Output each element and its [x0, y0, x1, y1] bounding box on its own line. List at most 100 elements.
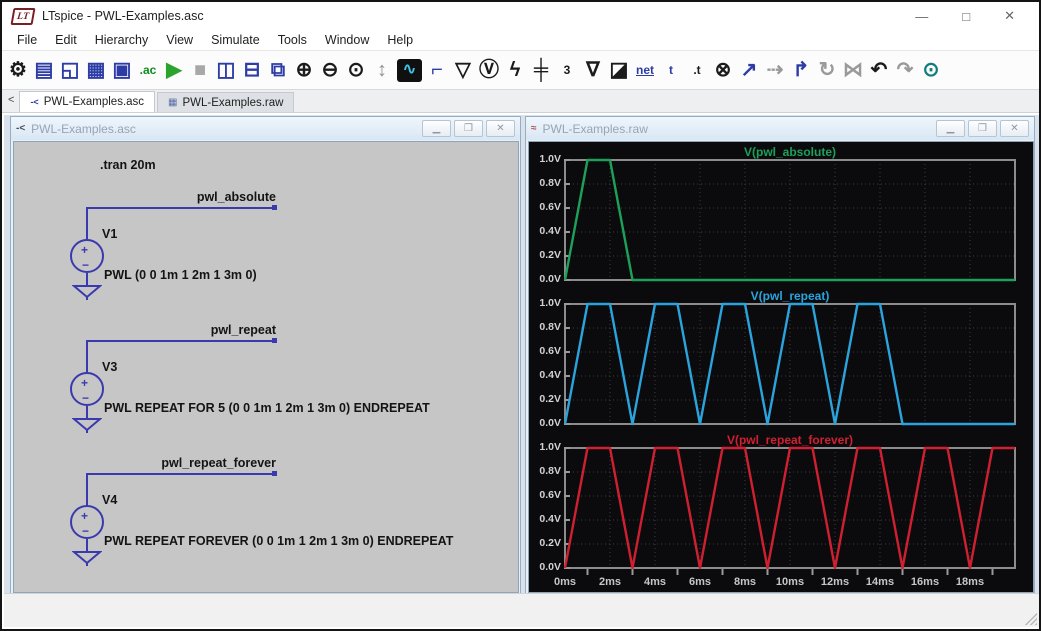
wire-horizontal[interactable] [86, 473, 276, 475]
plot-grid[interactable] [564, 446, 1016, 580]
waveform-close-button[interactable]: ✕ [1000, 120, 1029, 137]
label-net-icon[interactable]: Ⓥ [476, 54, 502, 86]
source-value-text[interactable]: PWL REPEAT FOREVER (0 0 1m 1 2m 1 3m 0) … [104, 534, 453, 548]
menu-tools[interactable]: Tools [269, 32, 316, 48]
diode-icon[interactable]: ∇ [580, 54, 606, 86]
source-value-text[interactable]: PWL (0 0 1m 1 2m 1 3m 0) [104, 268, 257, 282]
resize-grip[interactable] [1025, 613, 1037, 625]
mirror-icon[interactable]: ⋈ [840, 54, 866, 86]
minimize-button[interactable]: — [915, 9, 928, 24]
tab-waveform[interactable]: ▦ PWL-Examples.raw [157, 92, 294, 112]
move-icon[interactable]: ↗ [736, 54, 762, 86]
zoom-out-icon[interactable]: ⊖ [317, 54, 343, 86]
trace-title[interactable]: V(pwl_absolute) [564, 145, 1016, 159]
designator-label[interactable]: V4 [102, 493, 117, 507]
trace-title[interactable]: V(pwl_repeat) [564, 289, 1016, 303]
menu-simulate[interactable]: Simulate [202, 32, 269, 48]
new-schematic-icon[interactable]: ▤ [31, 54, 57, 86]
trace-title[interactable]: V(pwl_repeat_forever) [564, 433, 1016, 447]
main-title-bar[interactable]: LT LTspice - PWL-Examples.asc — □ ✕ [2, 2, 1039, 30]
ground-icon[interactable]: ▽ [450, 54, 476, 86]
schematic-window-title-bar[interactable]: -< PWL-Examples.asc ▁ ❒ ✕ [11, 117, 520, 140]
waveform-minimize-button[interactable]: ▁ [936, 120, 965, 137]
net-label[interactable]: pwl_repeat [86, 323, 276, 337]
minus-sign: − [82, 259, 89, 271]
menu-view[interactable]: View [157, 32, 202, 48]
wire-vertical[interactable] [86, 340, 88, 374]
x-axis-tick-label: 18ms [956, 576, 984, 588]
find-icon[interactable]: ⊙ [918, 54, 944, 86]
inductor-icon[interactable]: 3 [554, 54, 580, 86]
plot-grid[interactable] [564, 302, 1016, 428]
plot-grid[interactable] [564, 158, 1016, 284]
ground-symbol[interactable] [72, 284, 102, 301]
tile-vertical-icon[interactable]: ◫ [213, 54, 239, 86]
zoom-in-icon[interactable]: ⊕ [291, 54, 317, 86]
zoom-full-extents-icon[interactable]: ⊙ [343, 54, 369, 86]
spice-directive-text[interactable]: .tran 20m [100, 158, 156, 172]
menu-hierarchy[interactable]: Hierarchy [86, 32, 158, 48]
schematic-restore-button[interactable]: ❒ [454, 120, 483, 137]
status-bar [4, 593, 1039, 627]
waveform-window-title-bar[interactable]: ≈ PWL-Examples.raw ▁ ❒ ✕ [526, 117, 1034, 140]
y-axis-tick-label: 0.6V [529, 489, 561, 501]
run-icon[interactable]: ▶ [161, 54, 187, 86]
component-icon[interactable]: ◪ [606, 54, 632, 86]
close-button[interactable]: ✕ [1004, 8, 1015, 24]
control-panel-icon[interactable]: ⚙ [5, 54, 31, 86]
stretch-wire-icon[interactable]: ↱ [788, 54, 814, 86]
cascade-icon[interactable]: ⧉ [265, 54, 291, 86]
y-axis-tick-label: 0.6V [529, 345, 561, 357]
waveform-pane-1[interactable]: V(pwl_absolute)1.0V0.8V0.6V0.4V0.2V0.0V [529, 145, 1035, 289]
net-label[interactable]: pwl_absolute [86, 190, 276, 204]
menu-file[interactable]: File [8, 32, 46, 48]
maximize-button[interactable]: □ [962, 9, 970, 24]
waveform-pane-2[interactable]: V(pwl_repeat)1.0V0.8V0.6V0.4V0.2V0.0V [529, 289, 1035, 433]
minus-sign: − [82, 392, 89, 404]
capacitor-icon[interactable]: ╪ [528, 54, 554, 86]
text-icon[interactable]: t [658, 54, 684, 86]
designator-label[interactable]: V1 [102, 227, 117, 241]
menu-bar: FileEditHierarchyViewSimulateToolsWindow… [2, 30, 1039, 50]
waveform-restore-button[interactable]: ❒ [968, 120, 997, 137]
tab-schematic[interactable]: -< PWL-Examples.asc [19, 91, 155, 112]
open-icon[interactable]: ◱ [57, 54, 83, 86]
tab-scroll-left[interactable]: < [5, 94, 19, 108]
undo-icon[interactable]: ↶ [866, 54, 892, 86]
ground-symbol[interactable] [72, 550, 102, 567]
schematic-minimize-button[interactable]: ▁ [422, 120, 451, 137]
y-axis-tick-label: 0.0V [529, 273, 561, 285]
menu-help[interactable]: Help [378, 32, 422, 48]
schematic-canvas[interactable]: .tran 20m pwl_absolute+−V1PWL (0 0 1m 1 … [13, 141, 519, 593]
waveform-icon[interactable]: ∿ [397, 59, 422, 82]
wire-horizontal[interactable] [86, 340, 276, 342]
drag-icon[interactable]: ⇢ [762, 54, 788, 86]
tile-horizontal-icon[interactable]: ⊟ [239, 54, 265, 86]
redo-icon[interactable]: ↷ [892, 54, 918, 86]
print-icon[interactable]: ▣ [109, 54, 135, 86]
spice-directive-icon[interactable]: .t [684, 54, 710, 86]
wire-vertical[interactable] [86, 473, 88, 507]
menu-edit[interactable]: Edit [46, 32, 86, 48]
menu-window[interactable]: Window [316, 32, 378, 48]
x-axis-tick-label: 4ms [644, 576, 666, 588]
wire-icon[interactable]: ⌐ [424, 54, 450, 86]
waveform-plot-area[interactable]: V(pwl_absolute)1.0V0.8V0.6V0.4V0.2V0.0VV… [528, 141, 1034, 593]
halt-icon[interactable]: ■ [187, 54, 213, 86]
designator-label[interactable]: V3 [102, 360, 117, 374]
cut-icon[interactable]: ⊗ [710, 54, 736, 86]
waveform-pane-3[interactable]: V(pwl_repeat_forever)1.0V0.8V0.6V0.4V0.2… [529, 433, 1035, 577]
save-icon[interactable]: ▦ [83, 54, 109, 86]
wire-vertical[interactable] [86, 207, 88, 241]
ac-analysis-icon[interactable]: .ac [135, 54, 161, 86]
ground-symbol[interactable] [72, 417, 102, 434]
tab-waveform-label: PWL-Examples.raw [183, 97, 284, 109]
schematic-close-button[interactable]: ✕ [486, 120, 515, 137]
rotate-icon[interactable]: ↻ [814, 54, 840, 86]
wire-horizontal[interactable] [86, 207, 276, 209]
autorange-icon[interactable]: ↕ [369, 54, 395, 86]
source-value-text[interactable]: PWL REPEAT FOR 5 (0 0 1m 1 2m 1 3m 0) EN… [104, 401, 430, 415]
netlist-icon[interactable]: net [632, 54, 658, 86]
net-label[interactable]: pwl_repeat_forever [86, 456, 276, 470]
resistor-icon[interactable]: ϟ [502, 54, 528, 86]
